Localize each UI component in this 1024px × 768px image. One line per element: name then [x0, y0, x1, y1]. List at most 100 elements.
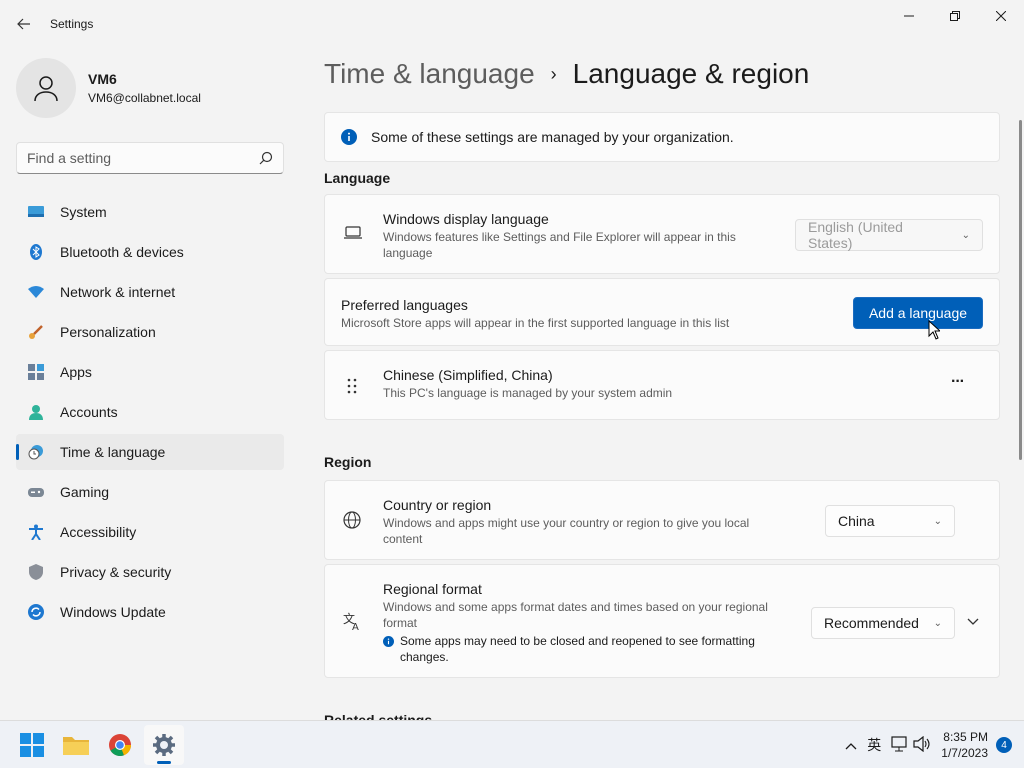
sidebar-item-accessibility[interactable]: Accessibility	[16, 514, 284, 550]
expand-chevron-icon[interactable]	[967, 613, 979, 631]
laptop-icon	[343, 225, 363, 241]
sidebar-item-label: Personalization	[60, 324, 156, 340]
user-profile[interactable]: VM6 VM6@collabnet.local	[16, 58, 201, 118]
regional-format-note: Some apps may need to be closed and reop…	[383, 633, 783, 665]
mouse-cursor-icon	[928, 320, 940, 340]
windows-logo-icon	[20, 732, 44, 757]
sidebar-item-network[interactable]: Network & internet	[16, 274, 284, 310]
wifi-icon	[28, 284, 44, 300]
sidebar-nav: System Bluetooth & devices Network & int…	[16, 194, 284, 634]
sidebar-item-label: Windows Update	[60, 604, 166, 620]
region-section-title: Region	[324, 454, 372, 470]
regional-format-value: Recommended	[824, 615, 919, 631]
sidebar-item-apps[interactable]: Apps	[16, 354, 284, 390]
sidebar-item-label: Apps	[60, 364, 92, 380]
regional-format-dropdown[interactable]: Recommended ⌄	[811, 607, 955, 639]
minimize-icon	[904, 15, 914, 17]
notification-badge[interactable]: 4	[996, 737, 1012, 753]
scrollbar[interactable]	[1019, 120, 1022, 460]
info-bar: Some of these settings are managed by yo…	[324, 112, 1000, 162]
back-button[interactable]	[8, 8, 40, 40]
sidebar: VM6 VM6@collabnet.local Find a setting S…	[0, 48, 300, 718]
sidebar-item-gaming[interactable]: Gaming	[16, 474, 284, 510]
clock[interactable]: 8:35 PM 1/7/2023	[941, 729, 988, 761]
person-icon	[28, 404, 44, 420]
regional-format-note-text: Some apps may need to be closed and reop…	[400, 634, 755, 664]
avatar	[16, 58, 76, 118]
globe-icon	[343, 511, 361, 529]
page-title: Language & region	[572, 58, 810, 89]
country-region-card: Country or region Windows and apps might…	[324, 480, 1000, 560]
chevron-down-icon: ⌄	[933, 617, 942, 629]
search-placeholder: Find a setting	[27, 150, 112, 166]
sidebar-item-privacy[interactable]: Privacy & security	[16, 554, 284, 590]
sidebar-item-label: Network & internet	[60, 284, 176, 300]
country-region-dropdown[interactable]: China ⌄	[825, 505, 955, 537]
file-explorer-button[interactable]	[56, 725, 96, 765]
preferred-languages-card: Preferred languages Microsoft Store apps…	[324, 278, 1000, 346]
language-list-item[interactable]: Chinese (Simplified, China) This PC's la…	[324, 350, 1000, 420]
title-bar: Settings	[0, 0, 1024, 48]
display-language-value: English (United States)	[808, 219, 903, 251]
more-options-button[interactable]: ···	[951, 373, 965, 391]
breadcrumb: Time & language › Language & region	[324, 58, 809, 90]
restore-button[interactable]	[932, 0, 978, 32]
sidebar-item-label: Bluetooth & devices	[60, 244, 184, 260]
display-language-text: Windows display language Windows feature…	[383, 211, 743, 261]
chevron-down-icon: ⌄	[961, 229, 970, 241]
regional-format-text: Regional format Windows and some apps fo…	[383, 581, 783, 665]
person-icon	[34, 76, 58, 102]
close-button[interactable]	[978, 0, 1024, 32]
profile-name: VM6	[88, 71, 117, 87]
apps-icon	[28, 364, 44, 380]
sidebar-item-bluetooth[interactable]: Bluetooth & devices	[16, 234, 284, 270]
window-controls	[886, 0, 1024, 32]
restore-icon	[950, 11, 960, 21]
chevron-up-icon[interactable]	[845, 737, 857, 753]
start-button[interactable]	[12, 725, 52, 765]
arrow-left-icon	[17, 18, 30, 30]
sidebar-item-accounts[interactable]: Accounts	[16, 394, 284, 430]
drag-handle-icon[interactable]	[347, 378, 357, 394]
preferred-languages-desc: Microsoft Store apps will appear in the …	[341, 316, 730, 330]
sidebar-item-system[interactable]: System	[16, 194, 284, 230]
regional-format-desc: Windows and some apps format dates and t…	[383, 600, 768, 630]
breadcrumb-parent[interactable]: Time & language	[324, 58, 535, 90]
search-icon[interactable]	[259, 151, 273, 165]
ime-indicator[interactable]: 英	[867, 735, 881, 755]
country-region-desc: Windows and apps might use your country …	[383, 516, 750, 546]
sidebar-item-time-language[interactable]: Time & language	[16, 434, 284, 470]
info-icon	[341, 129, 357, 145]
sidebar-item-personalization[interactable]: Personalization	[16, 314, 284, 350]
add-language-button[interactable]: Add a language	[853, 297, 983, 329]
sidebar-item-windows-update[interactable]: Windows Update	[16, 594, 284, 630]
sidebar-item-label: Gaming	[60, 484, 110, 500]
system-tray: 英 8:35 PM 1/7/2023 4	[845, 721, 1024, 768]
info-icon	[383, 636, 394, 647]
close-icon	[996, 11, 1006, 21]
volume-icon[interactable]	[913, 735, 931, 755]
network-icon[interactable]	[891, 735, 909, 755]
brush-icon	[28, 324, 44, 340]
clock-globe-icon	[28, 444, 44, 460]
breadcrumb-separator: ›	[550, 63, 557, 84]
chevron-down-icon: ⌄	[933, 515, 942, 527]
gamepad-icon	[28, 484, 44, 500]
language-item-title: Chinese (Simplified, China)	[383, 367, 553, 383]
language-section-title: Language	[324, 170, 391, 186]
preferred-languages-text: Preferred languages Microsoft Store apps…	[341, 297, 791, 331]
update-icon	[28, 604, 44, 620]
settings-taskbar-button[interactable]	[144, 724, 184, 765]
minimize-button[interactable]	[886, 0, 932, 32]
gear-icon	[153, 733, 175, 756]
sidebar-item-label: Time & language	[60, 444, 166, 460]
chrome-button[interactable]	[100, 725, 140, 765]
chrome-icon	[109, 733, 132, 756]
search-input[interactable]: Find a setting	[16, 142, 284, 174]
sidebar-item-label: Accounts	[60, 404, 118, 420]
country-region-text: Country or region Windows and apps might…	[383, 497, 783, 547]
language-format-icon: 文A	[343, 611, 363, 631]
display-language-dropdown[interactable]: English (United States) ⌄	[795, 219, 983, 251]
language-item-desc: This PC's language is managed by your sy…	[383, 386, 673, 400]
regional-format-card: 文A Regional format Windows and some apps…	[324, 564, 1000, 678]
